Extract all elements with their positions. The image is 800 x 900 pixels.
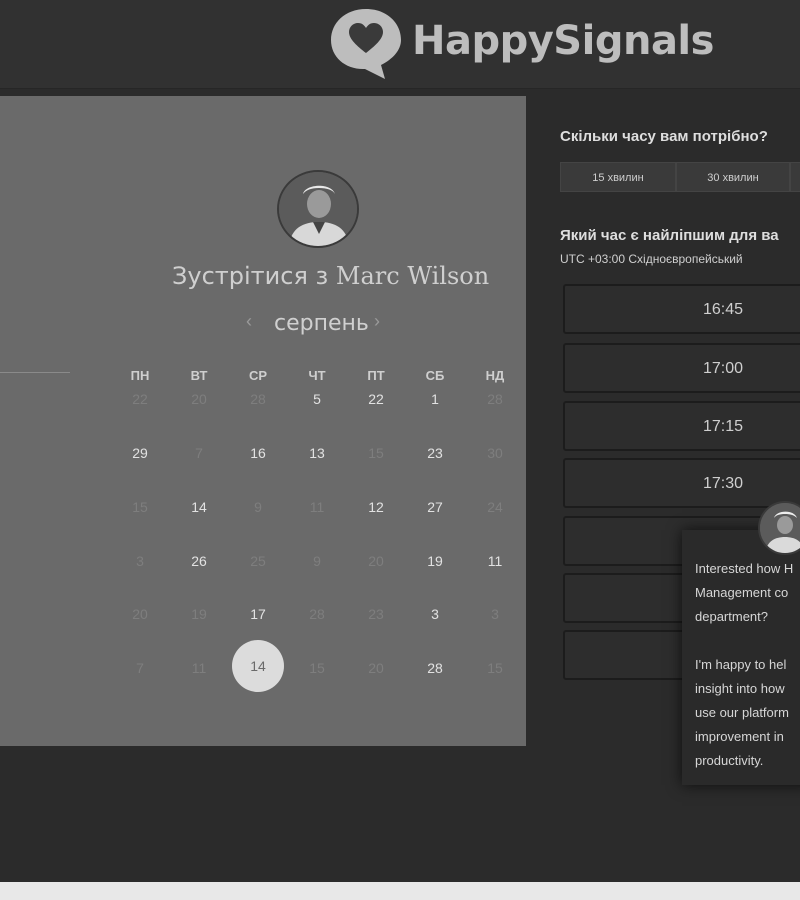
calendar-day[interactable]: 11 [297, 499, 337, 515]
calendar-day[interactable]: 20 [356, 553, 396, 569]
duration-15-button[interactable]: 15 хвилин [560, 162, 676, 192]
meet-title: Зустрітися з Marc Wilson [172, 262, 489, 290]
weekday-header: ПН [130, 368, 150, 383]
calendar-day[interactable]: 5 [297, 391, 337, 407]
host-name: Marc Wilson [335, 262, 490, 290]
calendar-day[interactable]: 19 [179, 606, 219, 622]
calendar-day[interactable]: 29 [120, 445, 160, 461]
weekday-header: ВТ [190, 368, 208, 383]
calendar-day[interactable]: 25 [238, 553, 278, 569]
timezone-label[interactable]: UTC +03:00 Східноєвропейський [560, 252, 743, 266]
calendar-day[interactable]: 28 [238, 391, 278, 407]
footer-area [0, 746, 800, 882]
meet-prefix: Зустрітися з [172, 262, 329, 290]
duration-question: Скільки часу вам потрібно? [560, 128, 768, 145]
calendar-day[interactable]: 22 [356, 391, 396, 407]
calendar-day[interactable]: 9 [297, 553, 337, 569]
weekday-header: НД [485, 368, 505, 383]
calendar-day[interactable]: 7 [120, 660, 160, 676]
calendar-day[interactable]: 17 [238, 606, 278, 622]
calendar-day[interactable]: 9 [238, 499, 278, 515]
chevron-right-icon[interactable]: › [374, 311, 380, 332]
calendar-day[interactable]: 28 [475, 391, 515, 407]
calendar-day[interactable]: 24 [475, 499, 515, 515]
footer-strip [0, 882, 800, 900]
time-slot-button[interactable]: 17:15 [563, 401, 800, 451]
host-avatar [277, 170, 359, 248]
calendar-day[interactable]: 15 [120, 499, 160, 515]
weekday-header: ПТ [367, 368, 385, 383]
time-slot-label: 17:00 [703, 360, 744, 377]
calendar-day[interactable]: 23 [356, 606, 396, 622]
weekday-header: ЧТ [308, 368, 326, 383]
time-question: Який час є найліпшим для ва [560, 227, 779, 244]
calendar-day[interactable]: 28 [297, 606, 337, 622]
time-slot-label: 16:45 [703, 301, 744, 318]
duration-more-button[interactable] [790, 162, 800, 192]
calendar-day[interactable]: 11 [179, 660, 219, 676]
calendar-day[interactable]: 22 [120, 391, 160, 407]
calendar-day[interactable]: 20 [179, 391, 219, 407]
calendar-day[interactable]: 19 [415, 553, 455, 569]
calendar-day[interactable]: 14 [179, 499, 219, 515]
calendar-day[interactable]: 7 [179, 445, 219, 461]
calendar-day[interactable]: 3 [120, 553, 160, 569]
duration-options: 15 хвилин 30 хвилин [560, 162, 800, 194]
selected-day[interactable]: 14 [232, 640, 284, 692]
calendar-day[interactable]: 20 [120, 606, 160, 622]
calendar-day[interactable]: 27 [415, 499, 455, 515]
calendar-day[interactable]: 1 [415, 391, 455, 407]
time-slot-button[interactable]: 17:30 [563, 458, 800, 508]
duration-30-button[interactable]: 30 хвилин [676, 162, 790, 192]
calendar-day[interactable]: 20 [356, 660, 396, 676]
brand-name[interactable]: HappySignals [412, 18, 714, 64]
time-slot-label: 17:30 [703, 475, 744, 492]
weekday-header: СР [248, 368, 268, 383]
chevron-left-icon[interactable]: ‹ [246, 311, 252, 332]
divider [0, 372, 70, 373]
calendar-day[interactable]: 13 [297, 445, 337, 461]
calendar-day[interactable]: 3 [415, 606, 455, 622]
calendar-day[interactable]: 15 [356, 445, 396, 461]
time-slot-button[interactable]: 16:45 [563, 284, 800, 334]
weekday-header: СБ [425, 368, 445, 383]
calendar-day[interactable]: 3 [475, 606, 515, 622]
calendar-day[interactable]: 12 [356, 499, 396, 515]
time-slot-label: 17:15 [703, 418, 744, 435]
calendar-day[interactable]: 16 [238, 445, 278, 461]
month-navigator: ‹ серпень › [246, 309, 396, 339]
calendar-day[interactable]: 11 [475, 553, 515, 569]
calendar-day[interactable]: 26 [179, 553, 219, 569]
calendar-day[interactable]: 23 [415, 445, 455, 461]
header-bar: HappySignals [0, 0, 800, 89]
chat-message: Interested how H Management co departmen… [695, 561, 794, 768]
calendar-day[interactable]: 28 [415, 660, 455, 676]
calendar-day[interactable]: 15 [475, 660, 515, 676]
calendar-day[interactable]: 30 [475, 445, 515, 461]
time-slot-button[interactable]: 17:00 [563, 343, 800, 393]
heart-speech-bubble-icon[interactable] [327, 5, 405, 80]
calendar-day[interactable]: 15 [297, 660, 337, 676]
month-label: серпень [274, 311, 369, 336]
